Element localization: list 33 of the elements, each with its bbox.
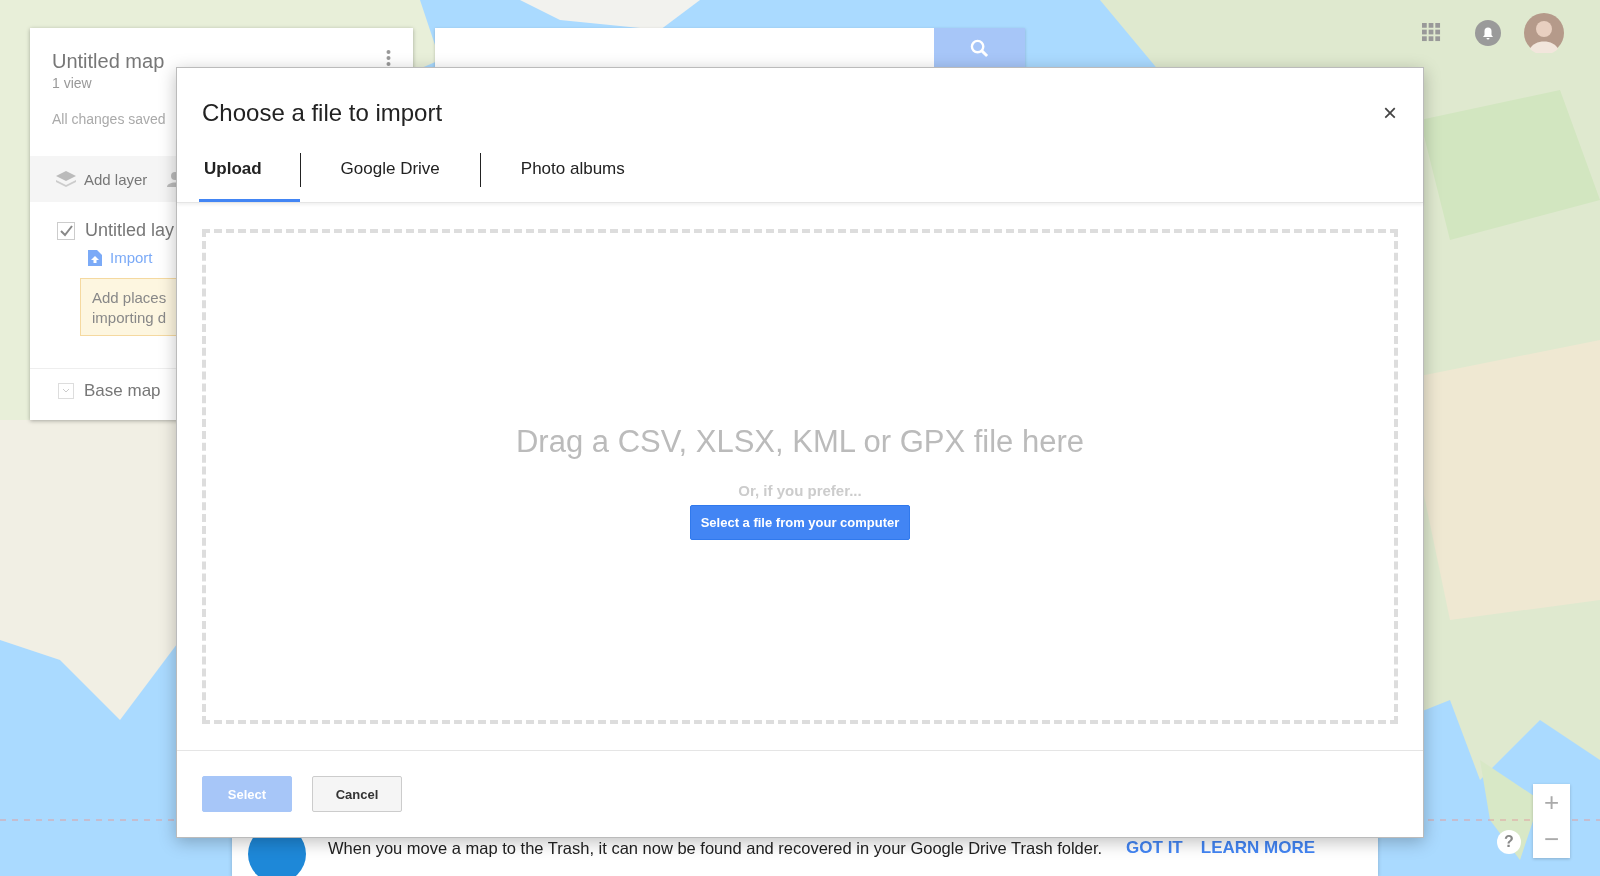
map-title: Untitled map bbox=[52, 50, 165, 73]
caret-icon[interactable] bbox=[58, 383, 74, 399]
search-button[interactable] bbox=[934, 28, 1025, 68]
import-link[interactable]: Import bbox=[110, 249, 153, 266]
tooltip-text: importing d bbox=[92, 308, 167, 328]
drop-hint: Drag a CSV, XLSX, KML or GPX file here bbox=[516, 423, 1084, 460]
select-file-button[interactable]: Select a file from your computer bbox=[689, 504, 911, 540]
tab[interactable]: Google Drive bbox=[300, 138, 480, 202]
banner-link[interactable]: LEARN MORE bbox=[1200, 838, 1316, 858]
dialog-title: Choose a file to import bbox=[202, 99, 443, 127]
layer-name: Untitled lay bbox=[85, 220, 175, 241]
banner-link[interactable]: GOT IT bbox=[1126, 838, 1183, 858]
base-map-label: Base map bbox=[84, 381, 161, 401]
search-icon bbox=[970, 38, 989, 58]
add-layer-button[interactable]: Add layer bbox=[84, 170, 154, 188]
search-field[interactable] bbox=[435, 28, 1025, 68]
zoom-button[interactable]: + bbox=[1533, 784, 1570, 821]
layers-icon bbox=[56, 171, 76, 187]
dialog-button[interactable]: Cancel bbox=[312, 776, 402, 812]
file-upload-icon bbox=[88, 249, 102, 266]
view-count: 1 view bbox=[52, 75, 92, 91]
avatar[interactable] bbox=[1524, 13, 1564, 53]
more-icon[interactable] bbox=[386, 50, 391, 66]
zoom-button[interactable]: − bbox=[1533, 821, 1570, 858]
tooltip-text: Add places bbox=[92, 288, 167, 308]
notification-bell-icon[interactable] bbox=[1475, 20, 1501, 46]
banner-message: When you move a map to the Trash, it can now be found and recovered in your Google Drive Trash folder. bbox=[328, 838, 1103, 858]
tab[interactable]: Upload bbox=[199, 138, 300, 202]
layer-checkbox[interactable] bbox=[57, 221, 75, 240]
tab[interactable]: Photo albums bbox=[480, 138, 665, 202]
close-button[interactable]: × bbox=[1379, 99, 1401, 127]
apps-grid-icon[interactable] bbox=[1422, 23, 1441, 42]
save-status: All changes saved bbox=[52, 111, 166, 127]
